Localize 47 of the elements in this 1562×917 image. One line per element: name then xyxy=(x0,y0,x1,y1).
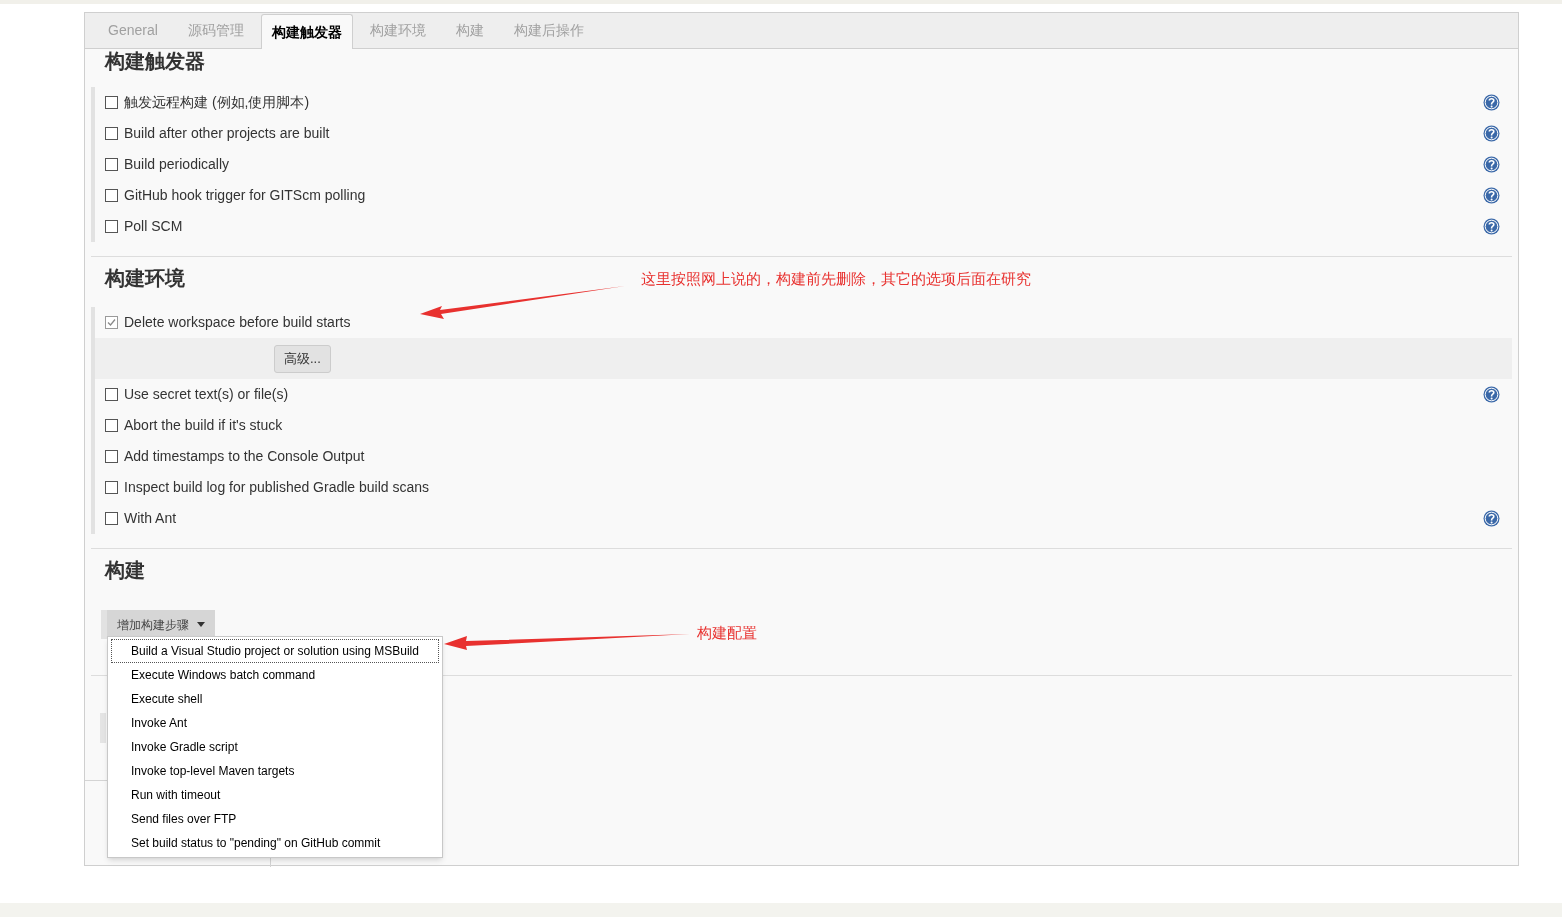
menu-item[interactable]: Invoke Ant xyxy=(111,711,439,735)
menu-item[interactable]: Execute shell xyxy=(111,687,439,711)
checkbox[interactable] xyxy=(105,127,118,140)
menu-item[interactable]: Build a Visual Studio project or solution using MSBuild xyxy=(111,639,439,663)
annotation-text: 构建配置 xyxy=(697,623,757,643)
option-label: Build after other projects are built xyxy=(124,124,330,143)
checkbox[interactable] xyxy=(105,512,118,525)
menu-item[interactable]: Set build status to "pending" on GitHub commit xyxy=(111,831,439,855)
help-icon[interactable] xyxy=(1483,187,1500,204)
menu-item[interactable]: Run with timeout xyxy=(111,783,439,807)
help-icon[interactable] xyxy=(1483,156,1500,173)
option-label: GitHub hook trigger for GITScm polling xyxy=(124,186,366,205)
checkbox[interactable] xyxy=(105,316,118,329)
checkbox[interactable] xyxy=(105,96,118,109)
menu-item[interactable]: Invoke Gradle script xyxy=(111,735,439,759)
menu-item[interactable]: Execute Windows batch command xyxy=(111,663,439,687)
section-heading: 构建 xyxy=(103,558,145,583)
checkbox[interactable] xyxy=(105,189,118,202)
checkbox[interactable] xyxy=(105,388,118,401)
checkbox[interactable] xyxy=(105,450,118,463)
help-icon[interactable] xyxy=(1483,386,1500,403)
option-label: Use secret text(s) or file(s) xyxy=(124,385,289,404)
help-icon[interactable] xyxy=(1483,94,1500,111)
checkbox[interactable] xyxy=(105,419,118,432)
option-label: With Ant xyxy=(124,509,177,528)
tab[interactable]: 构建触发器 xyxy=(260,14,353,49)
annotation-text: 这里按照网上说的，构建前先删除，其它的选项后面在研究 xyxy=(641,269,1031,289)
caret-icon xyxy=(197,622,205,627)
checkbox[interactable] xyxy=(105,220,118,233)
checkbox[interactable] xyxy=(105,481,118,494)
option-label: Build periodically xyxy=(124,155,230,174)
option-label: Delete workspace before build starts xyxy=(124,313,351,332)
option-label: Add timestamps to the Console Output xyxy=(124,447,365,466)
option-label: Poll SCM xyxy=(124,217,183,236)
help-icon[interactable] xyxy=(1483,218,1500,235)
option-label: Inspect build log for published Gradle build scans xyxy=(124,478,430,497)
help-icon[interactable] xyxy=(1483,510,1500,527)
menu-item[interactable]: Invoke top-level Maven targets xyxy=(111,759,439,783)
checkbox[interactable] xyxy=(105,158,118,171)
advanced-button[interactable]: 高级... xyxy=(274,344,331,373)
help-icon[interactable] xyxy=(1483,125,1500,142)
collapsed-bar xyxy=(100,713,106,743)
section-heading: 构建触发器 xyxy=(103,49,205,74)
section-heading: 构建环境 xyxy=(103,266,185,291)
option-label: 触发远程构建 (例如,使用脚本) xyxy=(124,93,310,112)
option-label: Abort the build if it's stuck xyxy=(124,416,283,435)
menu-item[interactable]: Send files over FTP xyxy=(111,807,439,831)
